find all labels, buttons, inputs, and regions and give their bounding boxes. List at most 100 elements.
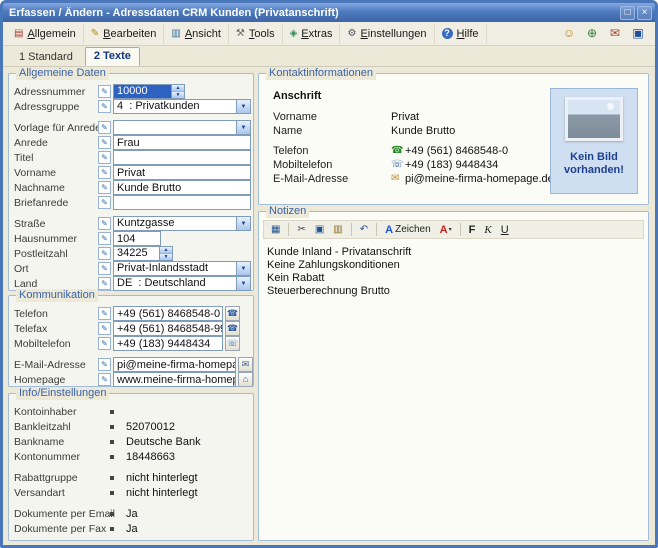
toolbar-separator: [376, 223, 377, 236]
info-label: Kontoinhaber: [14, 406, 110, 418]
dial-mobile-button[interactable]: ☏: [225, 336, 240, 351]
email-input[interactable]: pi@meine-firma-homepage.de: [113, 357, 236, 372]
adressnummer-input[interactable]: 10000 ▲ ▼: [113, 84, 185, 99]
edit-icon[interactable]: ✎: [98, 196, 111, 209]
spinner[interactable]: ▲ ▼: [159, 247, 172, 260]
edit-icon[interactable]: ✎: [98, 181, 111, 194]
briefanrede-input[interactable]: [113, 195, 251, 210]
group-legend: Kontaktinformationen: [266, 67, 376, 80]
dial-phone-button[interactable]: ☎: [225, 306, 240, 321]
toolbar-separator: [288, 223, 289, 236]
edit-icon[interactable]: ✎: [98, 100, 111, 113]
dial-fax-button[interactable]: ☎: [225, 321, 240, 336]
postleitzahl-input[interactable]: 34225 ▲ ▼: [113, 246, 173, 261]
menu-allgemein[interactable]: ▤ Allgemein: [7, 24, 84, 44]
menu-ansicht[interactable]: ▥ Ansicht: [164, 24, 229, 44]
edit-icon[interactable]: ✎: [98, 247, 111, 260]
mobiltelefon-input[interactable]: +49 (183) 9448434: [113, 336, 223, 351]
globe-icon[interactable]: ⊕: [583, 25, 601, 43]
note-line: Keine Zahlungskonditionen: [267, 259, 640, 272]
edit-icon[interactable]: ✎: [98, 262, 111, 275]
sun-icon: [607, 103, 614, 110]
scissors-icon: ✂: [297, 224, 305, 235]
tab-label: 2 Texte: [94, 50, 131, 62]
content-area: Allgemeine Daten Adressnummer ✎ 10000 ▲ …: [3, 67, 655, 545]
edit-icon[interactable]: ✎: [98, 337, 111, 350]
adressgruppe-select[interactable]: 4 : Privatkunden ▼: [113, 99, 251, 114]
phone-icon: ☎: [391, 146, 405, 156]
paste-button[interactable]: ▥: [329, 221, 346, 238]
hausnummer-input[interactable]: 104: [113, 231, 161, 246]
user-icon[interactable]: ☺: [560, 25, 578, 43]
titlebar[interactable]: Erfassen / Ändern - Adressdaten CRM Kund…: [3, 3, 655, 22]
special-characters-button[interactable]: A Zeichen: [381, 221, 435, 238]
edit-icon[interactable]: ✎: [98, 277, 111, 290]
menu-einstellungen[interactable]: ⚙ Einstellungen: [340, 24, 434, 44]
titel-input[interactable]: [113, 150, 251, 165]
copy-button[interactable]: ▣: [311, 221, 328, 238]
tools-icon: ⚒: [236, 29, 245, 39]
send-email-button[interactable]: ✉: [238, 357, 253, 372]
info-value: Deutsche Bank: [126, 436, 201, 448]
spin-down-icon[interactable]: ▼: [172, 91, 184, 98]
menu-label: Extras: [301, 28, 332, 40]
field-adressgruppe: Adressgruppe ✎ 4 : Privatkunden ▼: [9, 99, 253, 114]
edit-icon[interactable]: ✎: [98, 358, 111, 371]
cut-button[interactable]: ✂: [293, 221, 309, 238]
menu-extras[interactable]: ◈ Extras: [283, 24, 341, 44]
menu-bearbeiten[interactable]: ✎ Bearbeiten: [84, 24, 165, 44]
telefon-input[interactable]: +49 (561) 8468548-0: [113, 306, 223, 321]
underline-button[interactable]: U: [497, 221, 513, 238]
field-label: Briefanrede: [14, 197, 98, 209]
edit-icon[interactable]: ✎: [98, 121, 111, 134]
mail-icon[interactable]: ✉: [606, 25, 624, 43]
edit-icon[interactable]: ✎: [98, 85, 111, 98]
bold-button[interactable]: F: [465, 221, 480, 238]
table-button[interactable]: ▦: [267, 221, 284, 238]
edit-icon[interactable]: ✎: [98, 166, 111, 179]
ort-select[interactable]: Privat-Inlandsstadt ▼: [113, 261, 251, 276]
strasse-select[interactable]: Kuntzgasse ▼: [113, 216, 251, 231]
edit-icon[interactable]: ✎: [98, 136, 111, 149]
save-icon[interactable]: ▣: [629, 25, 647, 43]
pencil-icon: ✎: [91, 29, 99, 39]
info-bankname: Bankname Deutsche Bank: [9, 434, 253, 449]
maximize-button[interactable]: □: [620, 6, 635, 20]
italic-button[interactable]: K: [480, 221, 495, 238]
field-hausnummer: Hausnummer ✎ 104: [9, 231, 253, 246]
field-telefon: Telefon ✎ +49 (561) 8468548-0 ☎: [9, 306, 253, 321]
tab-standard[interactable]: 1 Standard: [11, 49, 81, 66]
edit-icon[interactable]: ✎: [98, 322, 111, 335]
land-select[interactable]: DE : Deutschland ▼: [113, 276, 251, 291]
edit-icon[interactable]: ✎: [98, 373, 111, 386]
field-homepage: Homepage ✎ www.meine-firma-homepage.de ⌂: [9, 372, 253, 387]
vorlage-anrede-select[interactable]: ▼: [113, 120, 251, 135]
menu-tools[interactable]: ⚒ Tools: [229, 24, 283, 44]
undo-button[interactable]: ↶: [356, 221, 372, 238]
close-button[interactable]: ×: [637, 6, 652, 20]
input-value: 34225: [114, 247, 159, 260]
telefax-input[interactable]: +49 (561) 8468548-99: [113, 321, 223, 336]
anrede-input[interactable]: Frau: [113, 135, 251, 150]
spin-down-icon[interactable]: ▼: [160, 253, 172, 260]
chevron-down-icon: ▼: [236, 217, 250, 230]
no-image-placeholder: Kein Bild vorhanden!: [550, 88, 638, 194]
edit-icon[interactable]: ✎: [98, 307, 111, 320]
font-color-button[interactable]: A ▾: [436, 221, 456, 238]
field-vorname: Vorname ✎ Privat: [9, 165, 253, 180]
bullet-icon: [110, 440, 114, 444]
edit-icon[interactable]: ✎: [98, 151, 111, 164]
nachname-input[interactable]: Kunde Brutto: [113, 180, 251, 195]
spinner[interactable]: ▲ ▼: [171, 85, 184, 98]
edit-icon[interactable]: ✎: [98, 217, 111, 230]
field-label: Telefax: [14, 323, 98, 335]
info-rabattgruppe: Rabattgruppe nicht hinterlegt: [9, 470, 253, 485]
edit-icon[interactable]: ✎: [98, 232, 111, 245]
vorname-input[interactable]: Privat: [113, 165, 251, 180]
field-briefanrede: Briefanrede ✎: [9, 195, 253, 210]
notes-editor[interactable]: Kunde Inland - Privatanschrift Keine Zah…: [259, 239, 648, 305]
homepage-input[interactable]: www.meine-firma-homepage.de: [113, 372, 236, 387]
menu-hilfe[interactable]: ? Hilfe: [435, 24, 487, 44]
open-homepage-button[interactable]: ⌂: [238, 372, 253, 387]
tab-texte[interactable]: 2 Texte: [85, 47, 140, 66]
